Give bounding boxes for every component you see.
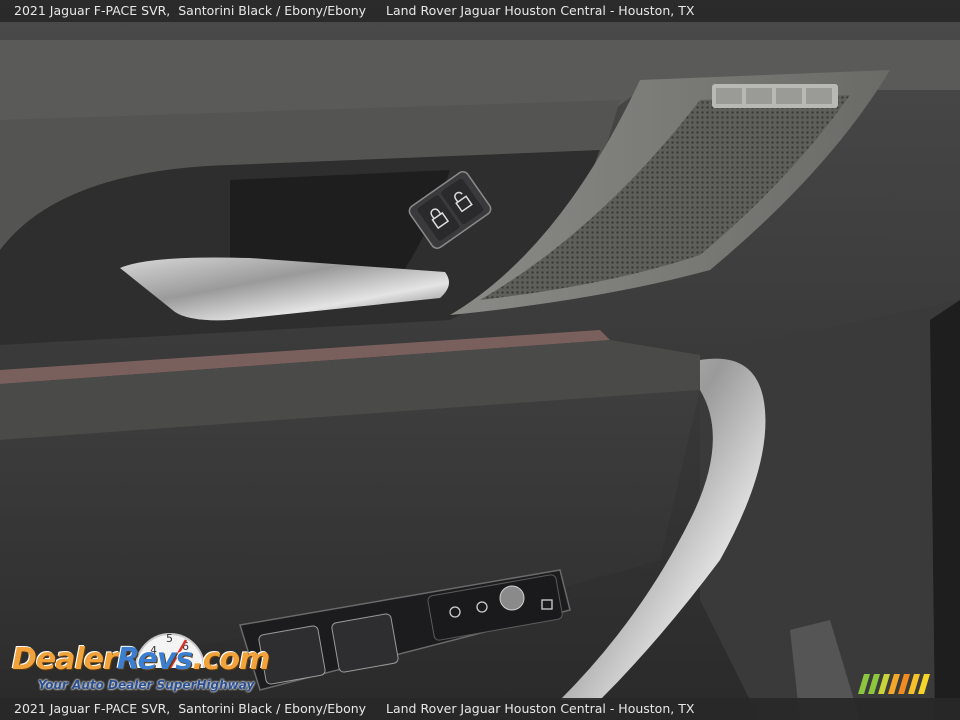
dealerrevs-watermark: 4 5 6 DealerRevs.com Your Auto Dealer Su… (10, 626, 270, 696)
caption-dealer-top: Land Rover Jaguar Houston Central - Hous… (386, 3, 695, 18)
door-panel-photo (0, 0, 960, 720)
caption-vehicle-bottom: 2021 Jaguar F-PACE SVR, Santorini Black … (14, 701, 367, 716)
stripes-logo-icon (858, 674, 930, 694)
logo-wordmark: DealerRevs.com (12, 642, 270, 677)
caption-vehicle-top: 2021 Jaguar F-PACE SVR, Santorini Black … (14, 3, 367, 18)
caption-bar-bottom: 2021 Jaguar F-PACE SVR, Santorini Black … (0, 698, 960, 720)
photo-stage: 2021 Jaguar F-PACE SVR, Santorini Black … (0, 0, 960, 720)
caption-dealer-bottom: Land Rover Jaguar Houston Central - Hous… (386, 701, 695, 716)
caption-bar-top: 2021 Jaguar F-PACE SVR, Santorini Black … (0, 0, 960, 22)
logo-tagline: Your Auto Dealer SuperHighway (38, 678, 255, 692)
